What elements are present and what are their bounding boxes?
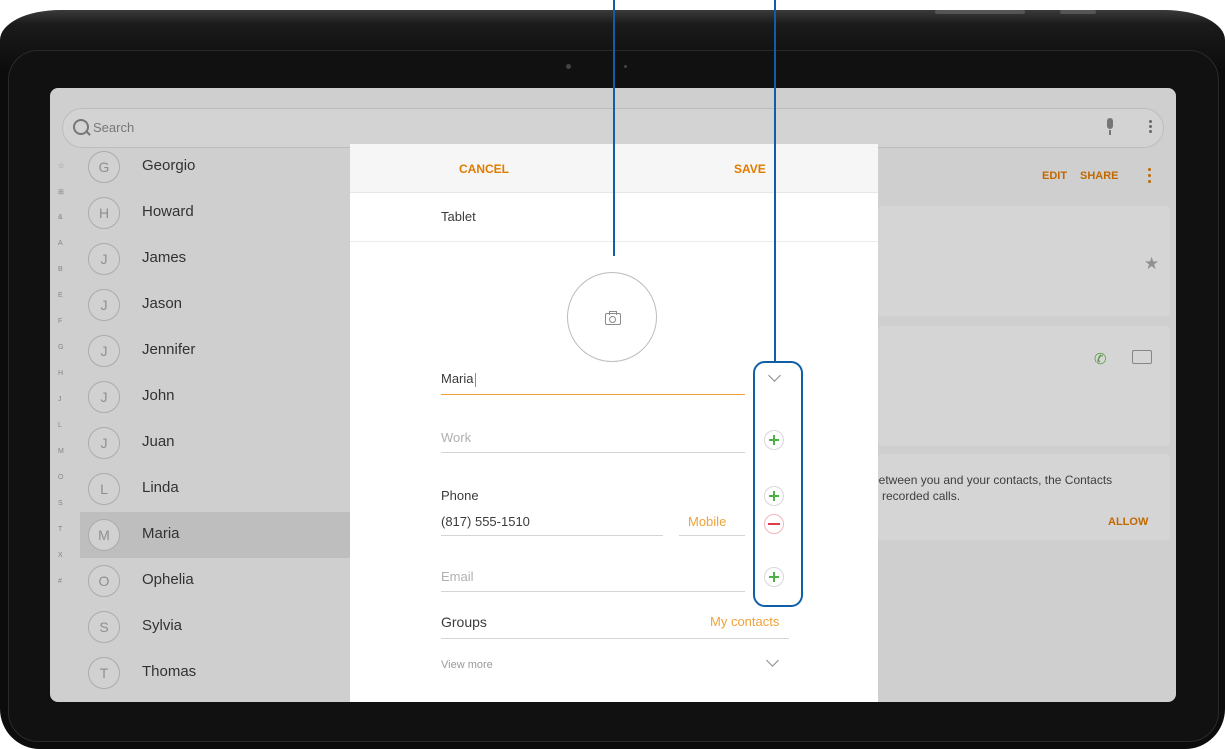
sensor-icon	[624, 65, 627, 68]
groups-underline	[441, 638, 789, 639]
groups-value[interactable]: My contacts	[710, 614, 779, 629]
text-cursor	[474, 372, 476, 387]
view-more-button[interactable]: View more	[441, 659, 493, 671]
phone-label: Phone	[441, 488, 479, 503]
power-key	[935, 10, 1025, 14]
phone-type-select[interactable]: Mobile	[688, 514, 726, 529]
organization-underline	[441, 452, 745, 453]
save-button[interactable]: SAVE	[734, 162, 766, 176]
groups-label: Groups	[441, 614, 487, 630]
photo-callout-line	[613, 0, 615, 256]
name-field[interactable]: Maria	[441, 371, 476, 387]
email-underline	[441, 591, 745, 592]
storage-account-label: Tablet	[441, 209, 476, 224]
front-camera-icon	[566, 64, 571, 69]
organization-field[interactable]: Work	[441, 430, 471, 445]
name-underline	[441, 394, 745, 395]
view-more-chevron-icon[interactable]	[766, 654, 779, 667]
add-photo-button[interactable]	[567, 272, 657, 362]
volume-key	[1060, 10, 1096, 14]
phone-underline	[441, 535, 663, 536]
email-field[interactable]: Email	[441, 569, 474, 584]
phone-type-underline	[679, 535, 745, 536]
camera-icon	[605, 311, 621, 325]
phone-number-field[interactable]: (817) 555-1510	[441, 514, 530, 529]
cancel-button[interactable]: CANCEL	[459, 162, 509, 176]
buttons-callout-line	[774, 0, 776, 361]
buttons-callout-box	[753, 361, 803, 607]
name-value: Maria	[441, 371, 474, 386]
